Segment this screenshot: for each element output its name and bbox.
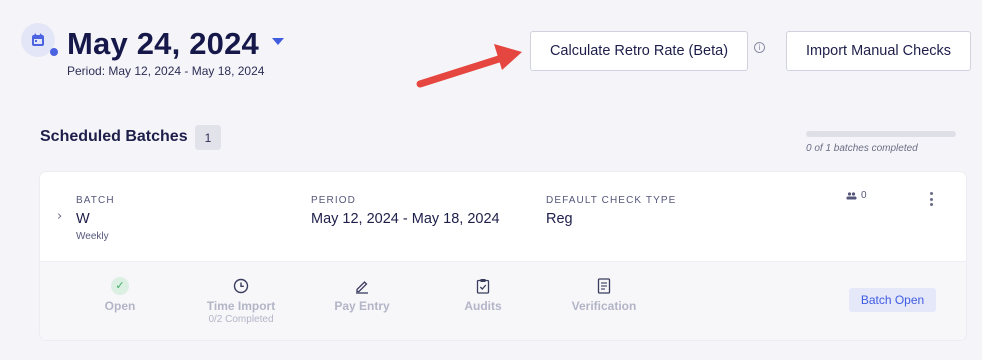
pencil-icon (356, 281, 368, 294)
step-open[interactable]: ✓ Open (60, 277, 180, 313)
info-icon[interactable]: i (754, 42, 765, 53)
batch-frequency: Weekly (76, 231, 109, 242)
step-verification[interactable]: Verification (544, 277, 664, 313)
section-title: Scheduled Batches (40, 128, 188, 145)
clipboard-check-icon (476, 279, 490, 294)
step-pay-entry[interactable]: Pay Entry (302, 277, 422, 313)
date-dropdown-caret-icon[interactable] (272, 38, 284, 45)
batches-progress-bar (806, 131, 956, 137)
annotation-arrow (416, 44, 522, 88)
step-label: Pay Entry (334, 299, 390, 313)
calendar-icon (32, 33, 44, 46)
step-label: Time Import (206, 299, 276, 313)
employee-count-value: 0 (861, 190, 867, 201)
check-type-label: DEFAULT CHECK TYPE (546, 195, 677, 206)
step-audits[interactable]: Audits (423, 277, 543, 313)
batch-value: W (76, 211, 90, 227)
check-icon: ✓ (111, 277, 129, 295)
step-sub: 0/2 Completed (208, 314, 274, 325)
batch-status-badge[interactable]: Batch Open (849, 288, 936, 312)
step-label: Open (104, 299, 136, 313)
period-value: May 12, 2024 - May 18, 2024 (311, 211, 500, 227)
clock-icon (233, 278, 249, 294)
step-label: Verification (571, 299, 637, 313)
more-options-icon[interactable] (927, 191, 935, 207)
import-manual-checks-button[interactable]: Import Manual Checks (786, 31, 971, 71)
batch-label: BATCH (76, 195, 115, 206)
batch-count-badge: 1 (195, 125, 221, 150)
employee-count: 0 (846, 190, 867, 201)
step-time-import[interactable]: Time Import 0/2 Completed (181, 277, 301, 325)
step-label: Audits (464, 299, 502, 313)
people-icon (846, 191, 857, 199)
notification-dot (50, 48, 58, 56)
batch-card: › BATCH W Weekly PERIOD May 12, 2024 - M… (40, 172, 966, 340)
calendar-badge[interactable] (21, 23, 58, 57)
period-label: PERIOD (311, 195, 356, 206)
pay-period-subtitle: Period: May 12, 2024 - May 18, 2024 (67, 64, 265, 78)
page-title[interactable]: May 24, 2024 (67, 24, 259, 64)
check-type-value: Reg (546, 211, 573, 227)
document-icon (597, 278, 611, 294)
expand-chevron-icon[interactable]: › (57, 209, 62, 224)
calculate-retro-rate-button[interactable]: Calculate Retro Rate (Beta) (530, 31, 748, 71)
batches-progress-text: 0 of 1 batches completed (806, 143, 918, 154)
